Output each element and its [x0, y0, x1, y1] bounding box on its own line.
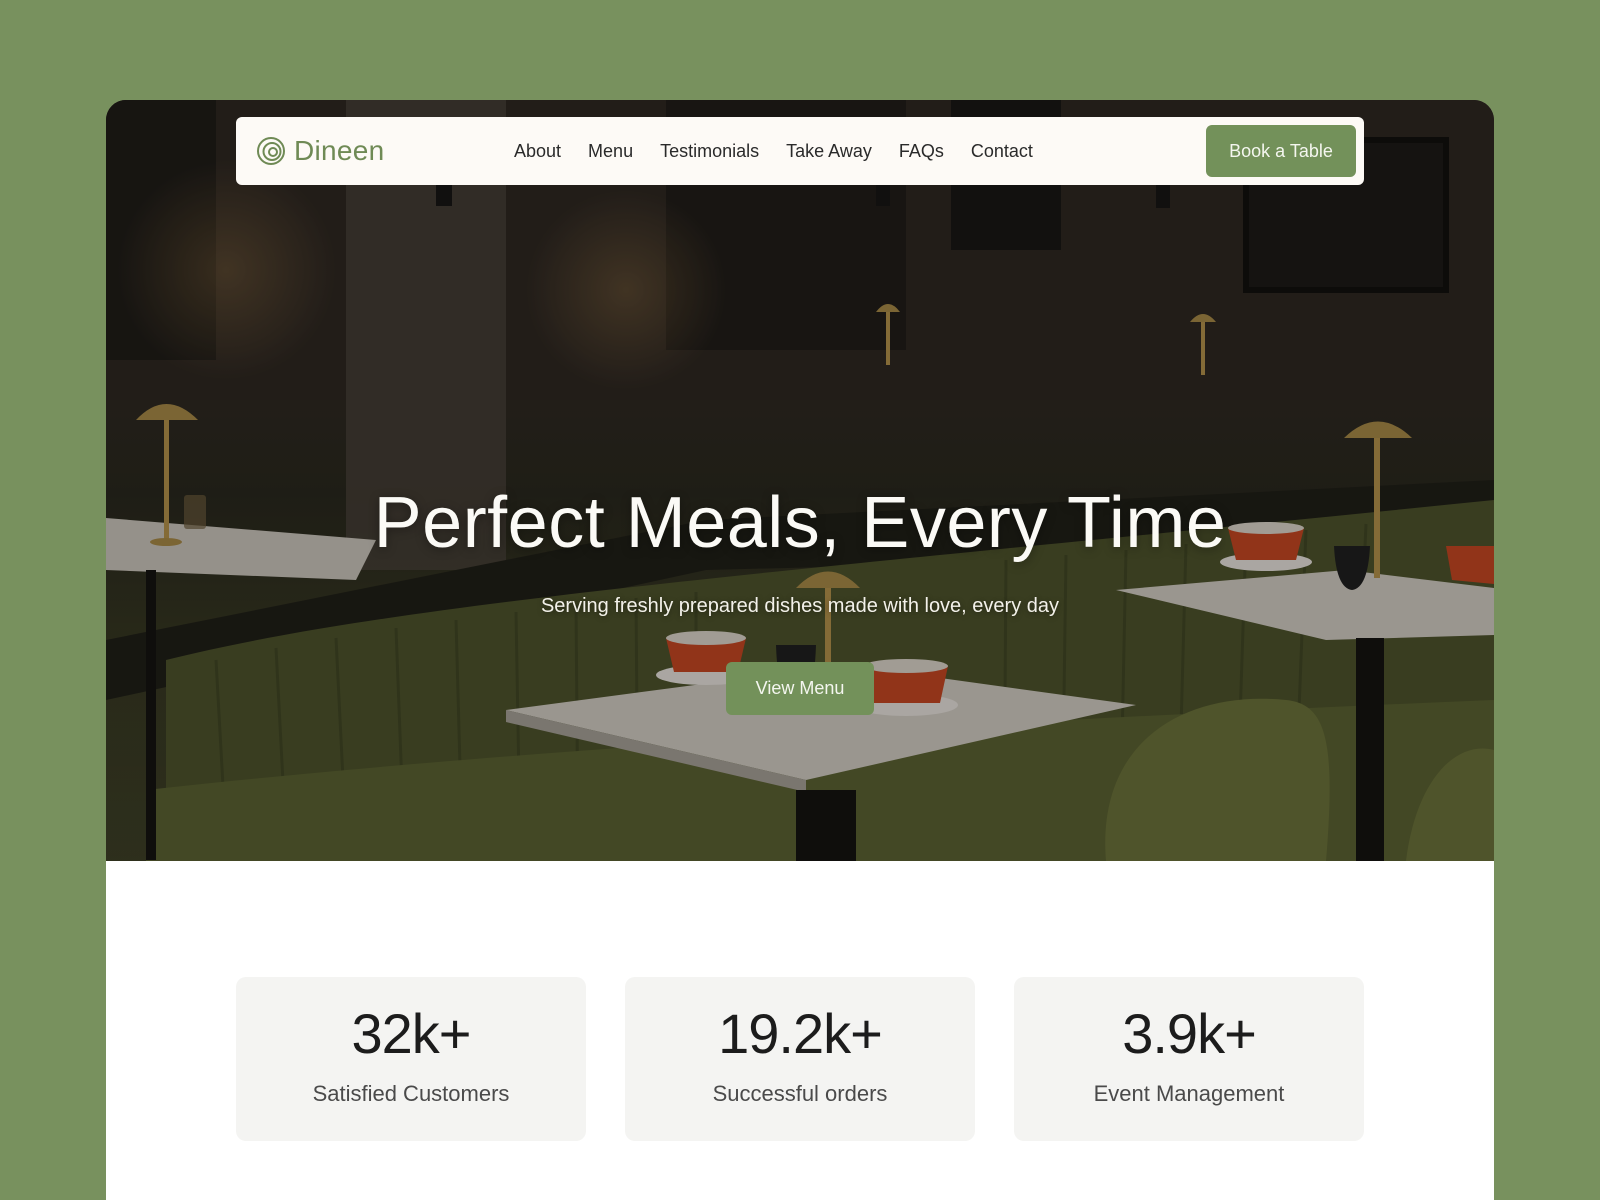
stat-label: Satisfied Customers: [312, 1081, 510, 1106]
nav-link-take-away[interactable]: Take Away: [786, 141, 872, 162]
stat-value: 32k+: [351, 1002, 472, 1065]
top-navbar: Dineen About Menu Testimonials Take Away…: [236, 117, 1364, 185]
stats-section: 32k+ Satisfied Customers 19.2k+ Successf…: [236, 977, 1364, 1141]
nav-link-menu[interactable]: Menu: [588, 141, 633, 162]
stat-value: 3.9k+: [1122, 1002, 1257, 1065]
stat-card-customers: 32k+ Satisfied Customers: [236, 977, 586, 1141]
browser-frame: Dineen About Menu Testimonials Take Away…: [106, 100, 1494, 1200]
stat-card-events: 3.9k+ Event Management: [1014, 977, 1364, 1141]
brand-name: Dineen: [294, 135, 385, 166]
nav-link-contact[interactable]: Contact: [971, 141, 1033, 162]
hero-subtitle: Serving freshly prepared dishes made wit…: [540, 595, 1060, 617]
nav-link-faqs[interactable]: FAQs: [899, 141, 944, 162]
nav-link-about[interactable]: About: [514, 141, 561, 162]
nav-links: About Menu Testimonials Take Away FAQs C…: [514, 117, 1033, 185]
stat-label: Successful orders: [712, 1081, 888, 1106]
view-menu-button[interactable]: View Menu: [726, 662, 874, 715]
hero-title: Perfect Meals, Every Time: [373, 483, 1227, 563]
hero-section: Dineen About Menu Testimonials Take Away…: [106, 100, 1494, 861]
book-table-button[interactable]: Book a Table: [1206, 125, 1356, 177]
stat-label: Event Management: [1093, 1081, 1285, 1106]
brand-logo[interactable]: Dineen: [256, 117, 385, 185]
stat-value: 19.2k+: [718, 1002, 883, 1065]
nav-link-testimonials[interactable]: Testimonials: [660, 141, 759, 162]
stat-card-orders: 19.2k+ Successful orders: [625, 977, 975, 1141]
spiral-logo-icon: [257, 137, 285, 165]
